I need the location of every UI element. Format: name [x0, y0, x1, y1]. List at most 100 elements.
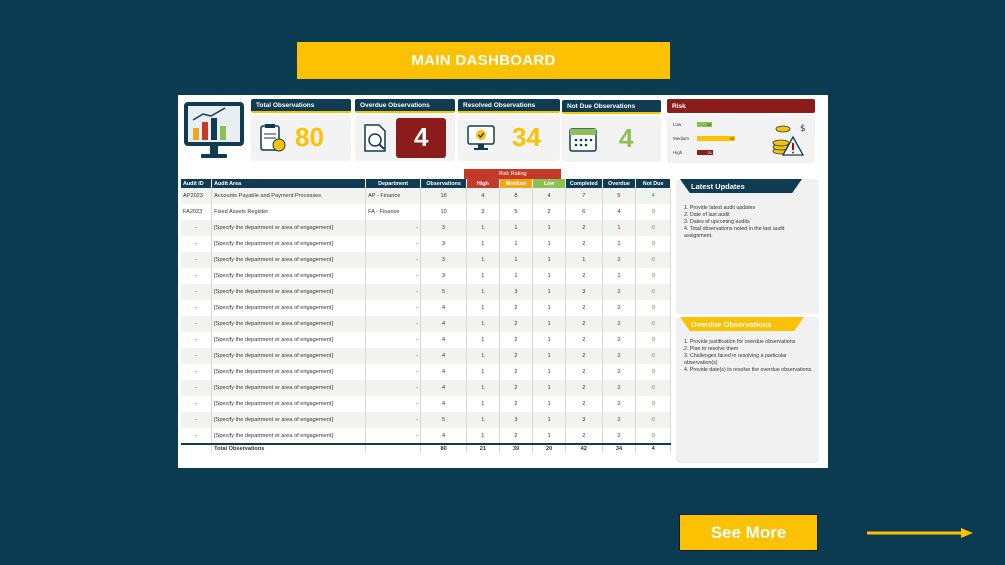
cell-medium: 2	[499, 300, 534, 316]
table-row: - [Specify the department or area of enga…	[181, 236, 671, 252]
cell-completed: 1	[565, 252, 603, 268]
cell-audit-area: [Specify the department or area of engag…	[211, 412, 367, 428]
cell-observations: 3	[420, 268, 468, 284]
risk-header: Risk	[667, 99, 815, 113]
cell-observations: 4	[420, 380, 468, 396]
cell-medium: 2	[499, 428, 534, 444]
latest-updates-line: 3. Dates of upcoming audits	[684, 219, 750, 225]
table-row: - [Specify the department or area of enga…	[181, 316, 671, 332]
cell-high: 1	[466, 380, 500, 396]
cell-observations: 5	[420, 412, 468, 428]
resolved-observations-header: Resolved Observations	[458, 99, 560, 113]
risk-low-label: Low	[673, 122, 682, 127]
cell-audit-area: [Specify the department or area of engag…	[211, 300, 367, 316]
col-medium: Medium	[499, 179, 534, 188]
cell-audit-area: [Specify the department or area of engag…	[211, 396, 367, 412]
cell-medium: 3	[499, 284, 534, 300]
latest-updates-text: 1. Provide latest audit updates 2. Date …	[684, 205, 814, 240]
resolved-observations-value: 34	[512, 122, 541, 152]
table-row: - [Specify the department or area of enga…	[181, 364, 671, 380]
overdue-observations-text: 1. Provide justification for overdue obs…	[684, 339, 814, 374]
cell-not-due: 0	[635, 332, 671, 348]
cell-completed: 2	[565, 332, 603, 348]
table-row: - [Specify the department or area of enga…	[181, 332, 671, 348]
cell-completed: 2	[565, 268, 603, 284]
cell-audit-id: -	[181, 236, 213, 252]
cell-audit-id: -	[181, 268, 213, 284]
dashboard-monitor-icon	[184, 102, 244, 158]
risk-high-bar: 21	[697, 150, 713, 155]
arrow-right-icon[interactable]	[867, 527, 973, 539]
cell-completed: 2	[565, 428, 603, 444]
cell-audit-area: [Specify the department or area of engag…	[211, 332, 367, 348]
cell-medium: 1	[499, 252, 534, 268]
cell-medium: 39	[499, 443, 534, 453]
money-warning-icon: $	[772, 124, 806, 156]
cell-overdue: 2	[602, 348, 637, 364]
cell-not-due: 0	[635, 396, 671, 412]
cell-low: 1	[532, 412, 566, 428]
cell-not-due: 0	[635, 204, 671, 220]
cell-department: -	[365, 316, 422, 332]
cell-overdue: 2	[602, 364, 637, 380]
cell-department: -	[365, 332, 422, 348]
cell-observations: 4	[420, 428, 468, 444]
table-row: - [Specify the department or area of enga…	[181, 396, 671, 412]
risk-card: Low 20 Medium 39 High 21 $	[667, 115, 815, 163]
table-row: AP2023 Accounts Payable and Payment Proce…	[181, 188, 671, 204]
cell-audit-id: -	[181, 252, 213, 268]
table-row: - [Specify the department or area of enga…	[181, 348, 671, 364]
cell-overdue: 2	[602, 316, 637, 332]
col-audit-id: Audit ID	[181, 179, 213, 188]
cell-high: 4	[466, 188, 500, 204]
cell-observations: 4	[420, 316, 468, 332]
cell-audit-id: -	[181, 380, 213, 396]
cell-low: 2	[532, 204, 566, 220]
svg-text:$: $	[800, 124, 806, 134]
cell-completed: 2	[565, 348, 603, 364]
cell-overdue: 1	[602, 220, 637, 236]
cell-audit-area: [Specify the department or area of engag…	[211, 364, 367, 380]
table-row: - [Specify the department or area of enga…	[181, 300, 671, 316]
cell-audit-id: AP2023	[181, 188, 213, 204]
cell-overdue: 1	[602, 236, 637, 252]
cell-medium: 1	[499, 268, 534, 284]
cell-audit-area: [Specify the department or area of engag…	[211, 284, 367, 300]
total-observations-header: Total Observations	[251, 99, 351, 113]
cell-low: 1	[532, 332, 566, 348]
see-more-button[interactable]: See More	[679, 514, 818, 551]
cell-medium: 1	[499, 220, 534, 236]
cell-overdue: 4	[602, 204, 637, 220]
cell-observations: 10	[420, 204, 468, 220]
cell-completed: 2	[565, 236, 603, 252]
cell-not-due: 0	[635, 428, 671, 444]
cell-low: 1	[532, 236, 566, 252]
overdue-observations-title: Overdue Observations	[680, 317, 804, 331]
cell-audit-id: -	[181, 316, 213, 332]
cell-audit-area: Fixed Assets Register	[211, 204, 367, 220]
cell-observations: 3	[420, 236, 468, 252]
cell-low: 1	[532, 316, 566, 332]
dashboard-sheet: Total Observations 80 Overdue Observatio…	[178, 95, 828, 468]
cell-high: 1	[466, 316, 500, 332]
cell-audit-area: [Specify the department or area of engag…	[211, 348, 367, 364]
overdue-line: 1. Provide justification for overdue obs…	[684, 339, 796, 345]
cell-low: 1	[532, 428, 566, 444]
cell-medium: 3	[499, 412, 534, 428]
table-header-row: Audit ID Audit Area Department Observati…	[181, 179, 671, 188]
cell-audit-area: [Specify the department or area of engag…	[211, 316, 367, 332]
cell-observations: 80	[420, 443, 468, 453]
cell-high: 1	[466, 396, 500, 412]
cell-not-due: 0	[635, 364, 671, 380]
calendar-icon	[569, 128, 597, 152]
latest-updates-line: 4. Total observations noted in the last …	[684, 226, 785, 239]
table-row: - [Specify the department or area of enga…	[181, 284, 671, 300]
cell-observations: 5	[420, 284, 468, 300]
cell-completed: 3	[565, 284, 603, 300]
cell-overdue: 2	[602, 284, 637, 300]
overdue-observations-panel: Overdue Observations 1. Provide justific…	[676, 317, 819, 463]
cell-low: 1	[532, 252, 566, 268]
risk-medium-value: 39	[729, 136, 734, 141]
latest-updates-panel: Latest Updates 1. Provide latest audit u…	[676, 179, 819, 314]
cell-department: -	[365, 412, 422, 428]
